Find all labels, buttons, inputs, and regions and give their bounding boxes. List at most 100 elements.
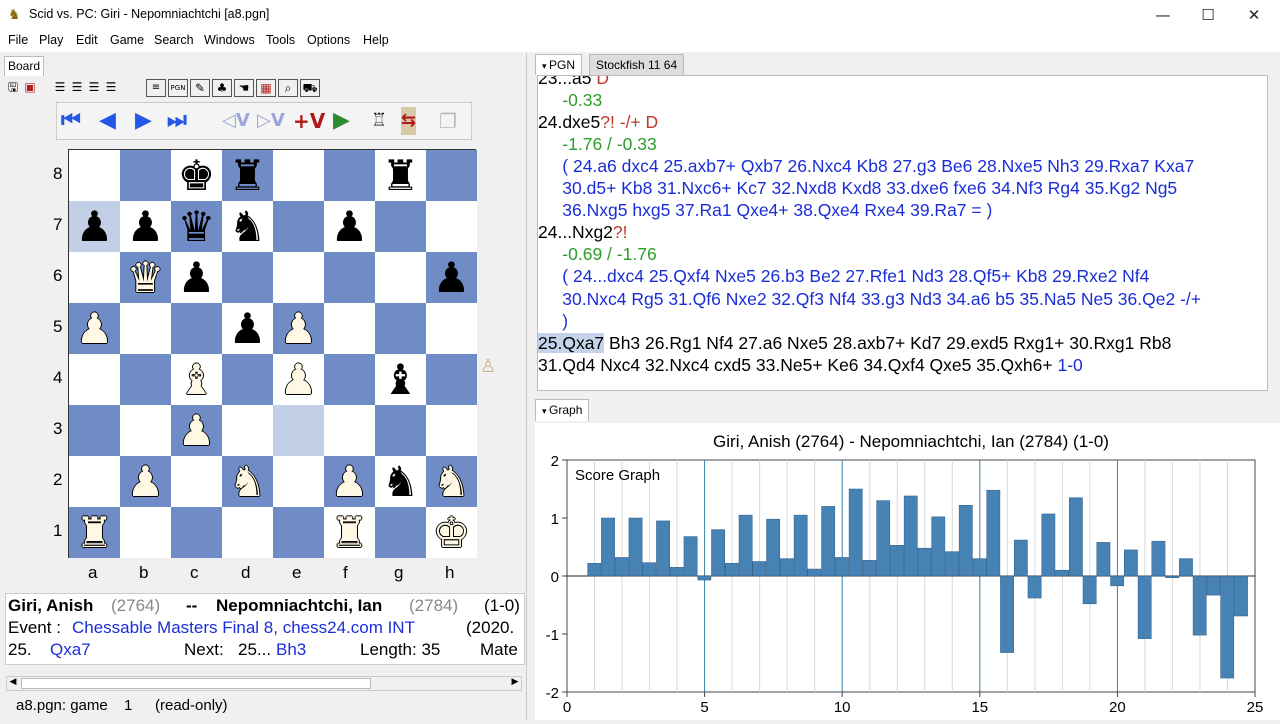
square-a6[interactable] (69, 252, 120, 303)
square-e1[interactable] (273, 507, 324, 558)
current-move-highlight[interactable]: 25.Qxa7 (538, 332, 605, 353)
square-b3[interactable] (120, 405, 171, 456)
tools-icon[interactable]: ✎ (190, 79, 210, 97)
minimize-button[interactable]: — (1140, 0, 1186, 31)
square-d3[interactable] (222, 405, 273, 456)
square-b1[interactable] (120, 507, 171, 558)
square-g7[interactable] (375, 201, 426, 252)
square-f4[interactable] (324, 354, 375, 405)
scroll-left-icon[interactable]: ◀ (7, 677, 19, 687)
piece-f2[interactable]: ♟ (324, 456, 375, 507)
pgn-text[interactable]: -0.33 (538, 90, 602, 110)
exit-variation-icon[interactable]: ◁V (222, 107, 250, 135)
current-move[interactable]: Qxa7 (50, 640, 91, 660)
square-e7[interactable] (273, 201, 324, 252)
piece-g4[interactable]: ♝ (375, 354, 426, 405)
piece-b6[interactable]: ♛ (120, 252, 171, 303)
maximize-button[interactable]: ☐ (1185, 0, 1231, 31)
square-f3[interactable] (324, 405, 375, 456)
enter-variation-icon[interactable]: ▷V (257, 107, 285, 135)
pgn-text[interactable]: ( 24...dxc4 25.Qxf4 Nxe5 26.b3 Be2 27.Rf… (538, 266, 1149, 286)
piece-c7[interactable]: ♛ (171, 201, 222, 252)
first-move-icon[interactable]: ⏮ (61, 107, 81, 135)
gamelist-icon[interactable]: ≡ (146, 79, 166, 97)
next-move-icon[interactable]: ▶ (135, 107, 152, 135)
list-icon[interactable]: ☰ (52, 79, 68, 95)
piece-f7[interactable]: ♟ (324, 201, 375, 252)
square-g6[interactable] (375, 252, 426, 303)
pgn-text[interactable]: 31.Qd4 Nxc4 32.Nxc4 cxd5 33.Ne5+ Ke6 34.… (538, 355, 1057, 375)
pgn-text[interactable]: 24.dxe5 (538, 112, 600, 132)
pgn-text[interactable]: ) (538, 311, 568, 331)
engine-icon[interactable]: ⛟ (300, 79, 320, 97)
close-button[interactable]: ✕ (1231, 0, 1277, 31)
square-c5[interactable] (171, 303, 222, 354)
pgn-text[interactable]: 1-0 (1057, 355, 1082, 375)
black-player[interactable]: Nepomniachtchi, Ian (216, 596, 382, 616)
piece-c4[interactable]: ♝ (171, 354, 222, 405)
piece-d7[interactable]: ♞ (222, 201, 273, 252)
pgn-text[interactable]: -0.69 / -1.76 (538, 244, 656, 264)
square-d4[interactable] (222, 354, 273, 405)
piece-b7[interactable]: ♟ (120, 201, 171, 252)
menu-windows[interactable]: Windows (204, 33, 255, 47)
square-c1[interactable] (171, 507, 222, 558)
next-move[interactable]: Bh3 (276, 640, 306, 660)
piece-d8[interactable]: ♜ (222, 150, 273, 201)
menu-play[interactable]: Play (39, 33, 63, 47)
piece-h6[interactable]: ♟ (426, 252, 477, 303)
search-icon[interactable]: ⌕ (278, 79, 298, 97)
piece-a7[interactable]: ♟ (69, 201, 120, 252)
square-h4[interactable] (426, 354, 477, 405)
piece-b2[interactable]: ♟ (120, 456, 171, 507)
square-e3[interactable] (273, 405, 324, 456)
coords-icon[interactable]: ⇆ (401, 107, 417, 135)
square-h5[interactable] (426, 303, 477, 354)
piece-c6[interactable]: ♟ (171, 252, 222, 303)
scrollbar-thumb[interactable] (21, 678, 371, 689)
menu-game[interactable]: Game (110, 33, 144, 47)
square-e6[interactable] (273, 252, 324, 303)
tree-icon[interactable]: ♣ (212, 79, 232, 97)
square-a3[interactable] (69, 405, 120, 456)
event-link[interactable]: Chessable Masters Final 8, chess24.com I… (72, 618, 415, 638)
square-b8[interactable] (120, 150, 171, 201)
flip-board-icon[interactable]: ♖ (371, 107, 387, 135)
menu-options[interactable]: Options (307, 33, 350, 47)
square-a4[interactable] (69, 354, 120, 405)
chessboard[interactable]: ♚ ♜ ♜ ♟ ♟ ♛ ♞ ♟ ♛ ♟ ♟ ♟ ♟ ♟ ♝ ♟ ♝ ♟ ♟ ♞ ♟ ♞ ♞ ♜ ♜ ♚ (68, 149, 477, 558)
square-h8[interactable] (426, 150, 477, 201)
hand-icon[interactable]: ☚ (234, 79, 254, 97)
square-h7[interactable] (426, 201, 477, 252)
scroll-right-icon[interactable]: ▶ (509, 677, 521, 687)
pgn-text[interactable]: -1.76 / -0.33 (538, 134, 656, 154)
piece-g2[interactable]: ♞ (375, 456, 426, 507)
previous-move-icon[interactable]: ◀ (99, 107, 116, 135)
pgn-text[interactable]: 36.Nxg5 hxg5 37.Ra1 Qxe4+ 38.Qxe4 Rxe4 3… (538, 200, 992, 220)
pgn-text[interactable]: ?! -/+ D (600, 112, 658, 132)
last-move-icon[interactable]: ⏭ (167, 107, 187, 135)
square-g5[interactable] (375, 303, 426, 354)
list-icon[interactable]: ☰ (69, 79, 85, 95)
piece-d2[interactable]: ♞ (222, 456, 273, 507)
list-icon[interactable]: ☰ (103, 79, 119, 95)
piece-e4[interactable]: ♟ (273, 354, 324, 405)
square-g3[interactable] (375, 405, 426, 456)
pgn-text[interactable]: 23...a5 (538, 76, 596, 88)
piece-c3[interactable]: ♟ (171, 405, 222, 456)
piece-e5[interactable]: ♟ (273, 303, 324, 354)
tab-board[interactable]: Board (4, 56, 44, 76)
tab-graph[interactable]: ▾ Graph (535, 399, 590, 421)
piece-f1[interactable]: ♜ (324, 507, 375, 558)
pgn-text[interactable]: D (596, 76, 609, 88)
square-a8[interactable] (69, 150, 120, 201)
square-f6[interactable] (324, 252, 375, 303)
square-b5[interactable] (120, 303, 171, 354)
square-h3[interactable] (426, 405, 477, 456)
crosstable-icon[interactable]: ▦ (256, 79, 276, 97)
piece-h1[interactable]: ♚ (426, 507, 477, 558)
menu-search[interactable]: Search (154, 33, 194, 47)
list-icon[interactable]: ☰ (86, 79, 102, 95)
piece-g8[interactable]: ♜ (375, 150, 426, 201)
info-scrollbar[interactable]: ◀ ▶ (6, 676, 522, 691)
